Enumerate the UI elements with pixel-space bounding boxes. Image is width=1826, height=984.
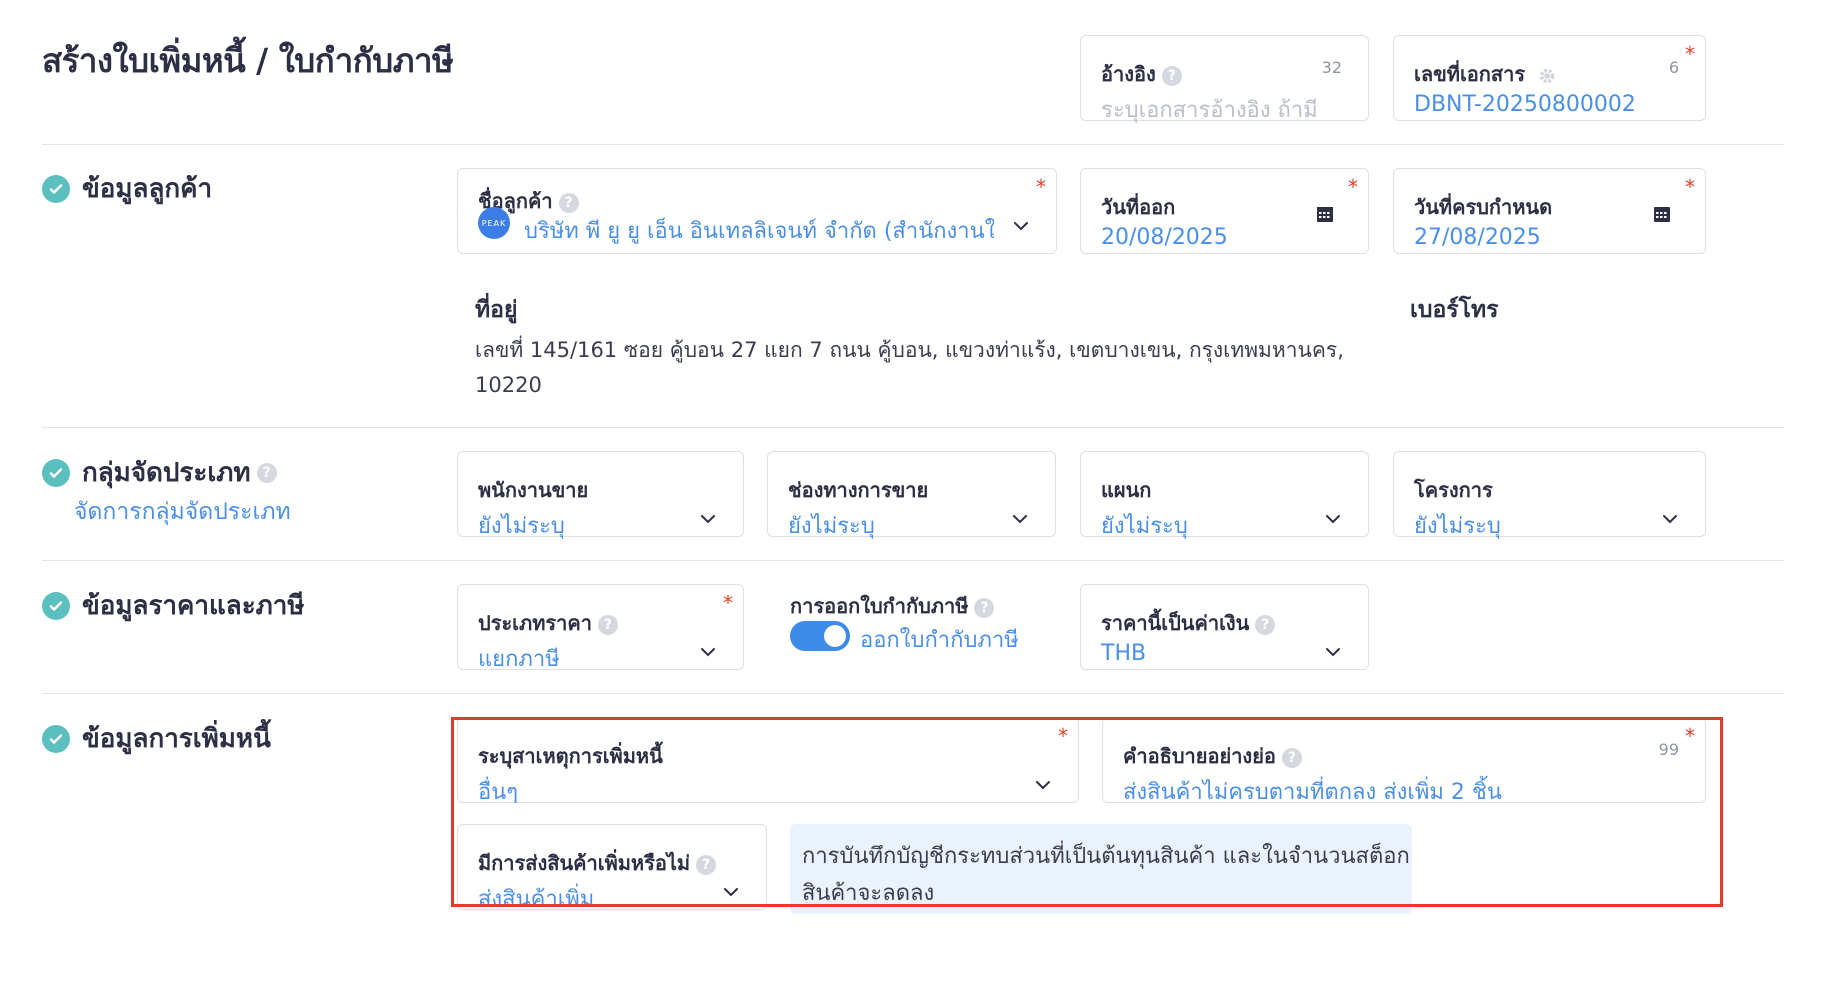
help-icon[interactable]: ? [597,614,618,635]
tax-invoice-toggle[interactable] [790,621,850,651]
issue-date-input[interactable]: 20/08/2025 [1101,225,1228,250]
help-icon[interactable]: ? [1161,65,1182,86]
chevron-down-icon[interactable] [1009,508,1031,530]
due-date-label: วันที่ครบกำหนด [1414,195,1553,219]
help-icon[interactable]: ? [1255,614,1276,635]
check-icon [42,591,70,620]
issue-date-label: วันที่ออก [1101,195,1176,219]
tax-invoice-label: การออกใบกำกับภาษี [790,594,969,618]
department-label: แผนก [1101,478,1152,502]
address-line-2: 10220 [475,373,542,397]
required-marker: * [1036,175,1046,199]
chevron-down-icon[interactable] [697,641,719,663]
department-value: ยังไม่ระบุ [1101,514,1188,539]
sales-channel-label: ช่องทางการขาย [788,478,929,502]
doc-number-label: เลขที่เอกสาร [1414,62,1526,86]
doc-number-input[interactable]: DBNT-20250800002 [1414,92,1636,117]
customer-avatar: PEAK [478,207,510,239]
phone-label: เบอร์โทร [1410,297,1499,323]
chevron-down-icon[interactable] [1659,508,1681,530]
divider [42,144,1784,145]
issue-date-field[interactable]: วันที่ออก * 20/08/2025 [1080,168,1369,254]
reference-input[interactable]: ระบุเอกสารอ้างอิง ถ้ามี [1101,92,1318,127]
reference-counter: 32 [1321,58,1342,77]
calendar-icon[interactable] [1314,203,1336,225]
tax-invoice-toggle-text: ออกใบกำกับภาษี [860,628,1019,653]
required-marker: * [1348,175,1358,199]
debit-section-header: ข้อมูลการเพิ่มหนี้ [42,718,271,759]
chevron-down-icon[interactable] [1010,215,1032,237]
price-type-label: ประเภทราคา [478,611,592,635]
required-marker: * [1685,175,1695,199]
reference-field[interactable]: อ้างอิง? 32 ระบุเอกสารอ้างอิง ถ้ามี [1080,35,1369,123]
calendar-icon[interactable] [1651,203,1673,225]
classification-section-header: กลุ่มจัดประเภท ? [42,452,277,493]
salesperson-label: พนักงานขาย [478,478,589,502]
salesperson-value: ยังไม่ระบุ [478,514,565,539]
divider [42,560,1784,561]
salesperson-select[interactable]: พนักงานขาย ยังไม่ระบุ [457,451,744,539]
price-type-value: แยกภาษี [478,647,560,672]
doc-number-counter: 6 [1668,58,1679,77]
reference-label: อ้างอิง [1101,62,1156,86]
customer-name-select[interactable]: ชื่อลูกค้า? * PEAK บริษัท พี ยู ยู เอ็น … [457,168,1057,254]
project-select[interactable]: โครงการ ยังไม่ระบุ [1393,451,1706,539]
required-marker: * [723,591,733,615]
currency-value: THB [1101,641,1147,666]
help-icon[interactable]: ? [974,597,995,618]
check-icon [42,724,70,753]
classification-section-title: กลุ่มจัดประเภท [82,458,251,488]
customer-name-value: บริษัท พี ยู ยู เอ็น อินเทลลิเจนท์ จำกัด… [524,219,994,244]
help-icon[interactable]: ? [558,192,579,213]
currency-select[interactable]: ราคานี้เป็นค่าเงิน? THB [1080,584,1369,670]
gear-icon[interactable] [1538,67,1556,85]
project-label: โครงการ [1414,478,1493,502]
address-line-1: เลขที่ 145/161 ซอย คู้บอน 27 แยก 7 ถนน ค… [475,338,1344,362]
required-marker: * [1685,42,1695,66]
pricing-section-header: ข้อมูลราคาและภาษี [42,585,305,626]
help-icon[interactable]: ? [256,462,277,483]
pricing-section-title: ข้อมูลราคาและภาษี [82,591,305,621]
divider [42,693,1784,694]
check-icon [42,174,70,203]
due-date-input[interactable]: 27/08/2025 [1414,225,1541,250]
sales-channel-select[interactable]: ช่องทางการขาย ยังไม่ระบุ [767,451,1056,539]
sales-channel-value: ยังไม่ระบุ [788,514,875,539]
debit-section-title: ข้อมูลการเพิ่มหนี้ [82,724,271,754]
chevron-down-icon[interactable] [697,508,719,530]
page-title: สร้างใบเพิ่มหนี้ / ใบกำกับภาษี [42,41,454,80]
currency-label: ราคานี้เป็นค่าเงิน [1101,611,1250,635]
address-label: ที่อยู่ [475,297,518,323]
project-value: ยังไม่ระบุ [1414,514,1501,539]
manage-classification-link[interactable]: จัดการกลุ่มจัดประเภท [74,494,291,530]
chevron-down-icon[interactable] [1322,508,1344,530]
due-date-field[interactable]: วันที่ครบกำหนด * 27/08/2025 [1393,168,1706,254]
chevron-down-icon[interactable] [1322,641,1344,663]
price-type-select[interactable]: ประเภทราคา? * แยกภาษี [457,584,744,672]
department-select[interactable]: แผนก ยังไม่ระบุ [1080,451,1369,539]
check-icon [42,458,70,487]
customer-section-header: ข้อมูลลูกค้า [42,168,212,209]
customer-section-title: ข้อมูลลูกค้า [82,174,213,204]
divider [42,427,1784,428]
doc-number-field[interactable]: เลขที่เอกสาร * 6 DBNT-20250800002 [1393,35,1706,121]
highlight-frame [451,717,1723,907]
